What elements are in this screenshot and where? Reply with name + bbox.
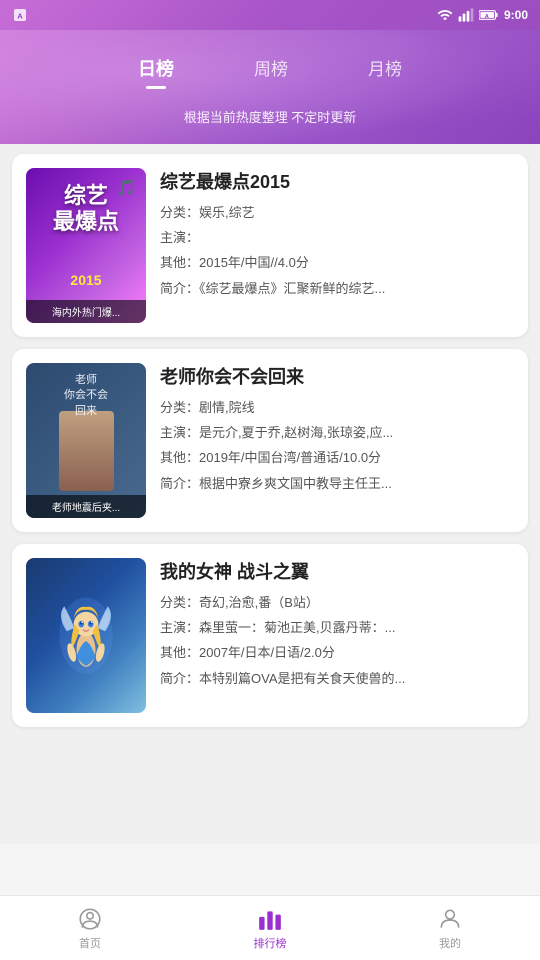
card-cast-1: 主演： [160,229,514,247]
thumbnail-1: 综艺最爆点 🎵 2015 海内外热门爆... [26,168,146,323]
svg-text:A: A [17,11,23,20]
music-note-icon: 🎵 [116,178,136,198]
list-item[interactable]: 我的女神 战斗之翼 分类：奇幻,治愈,番（B站） 主演：森里萤一：菊池正美,贝露… [12,544,528,727]
card-category-3: 分类：奇幻,治愈,番（B站） [160,594,514,612]
list-item[interactable]: 综艺最爆点 🎵 2015 海内外热门爆... 综艺最爆点2015 分类：娱乐,综… [12,154,528,337]
tabs-container: 日榜 周榜 月榜 [0,40,540,97]
card-cast-2: 主演：是元介,夏于乔,赵树海,张琼姿,应... [160,424,514,442]
card-cast-3: 主演：森里萤一：菊池正美,贝露丹蒂：... [160,619,514,637]
card-title-1: 综艺最爆点2015 [160,168,514,194]
thumb-badge-2: 老师地震后夹... [26,495,146,518]
card-intro-3: 简介：本特别篇OVA是把有关食天使兽的... [160,670,514,688]
svg-text:A: A [485,14,489,20]
subtitle: 根据当前热度整理 不定时更新 [0,97,540,144]
content-area: 综艺最爆点 🎵 2015 海内外热门爆... 综艺最爆点2015 分类：娱乐,综… [0,144,540,844]
card-intro-2: 简介：根据中寮乡爽文国中教导主任王... [160,475,514,493]
card-title-2: 老师你会不会回来 [160,363,514,389]
anime-figure-3 [51,588,121,683]
tab-weekly[interactable]: 周榜 [254,55,288,87]
card-other-3: 其他：2007年/日本/日语/2.0分 [160,644,514,662]
nav-label-home: 首页 [79,935,101,951]
app-icon: A [12,7,28,23]
battery-icon: A [479,7,499,23]
thumbnail-3 [26,558,146,713]
mine-icon [437,906,463,932]
card-info-3: 我的女神 战斗之翼 分类：奇幻,治愈,番（B站） 主演：森里萤一：菊池正美,贝露… [160,558,514,713]
card-info-2: 老师你会不会回来 分类：剧情,院线 主演：是元介,夏于乔,赵树海,张琼姿,应..… [160,363,514,518]
status-bar: A A 9:00 [0,0,540,30]
card-category-1: 分类：娱乐,综艺 [160,204,514,222]
status-bar-right: A 9:00 [437,7,528,23]
card-info-1: 综艺最爆点2015 分类：娱乐,综艺 主演： 其他：2015年/中国//4.0分… [160,168,514,323]
card-other-1: 其他：2015年/中国//4.0分 [160,254,514,272]
nav-item-mine[interactable]: 我的 [410,906,490,951]
tab-monthly[interactable]: 月榜 [368,55,402,87]
header: 日榜 周榜 月榜 根据当前热度整理 不定时更新 [0,30,540,144]
nav-label-ranking: 排行榜 [254,935,287,951]
card-title-3: 我的女神 战斗之翼 [160,558,514,584]
person-figure-2 [59,411,114,491]
ranking-icon [257,906,283,932]
thumb-title-2: 老师你会不会回来 [34,373,138,419]
tab-daily[interactable]: 日榜 [138,55,174,87]
bottom-navigation: 首页 排行榜 我的 [0,895,540,960]
thumbnail-2: 老师你会不会回来 老师地震后夹... [26,363,146,518]
nav-item-ranking[interactable]: 排行榜 [230,906,310,951]
thumb-year-1: 2015 [70,272,101,288]
nav-item-home[interactable]: 首页 [50,906,130,951]
status-bar-left: A [12,7,28,23]
thumb-badge-1: 海内外热门爆... [26,300,146,323]
list-item[interactable]: 老师你会不会回来 老师地震后夹... 老师你会不会回来 分类：剧情,院线 主演：… [12,349,528,532]
nav-label-mine: 我的 [439,935,461,951]
card-category-2: 分类：剧情,院线 [160,399,514,417]
time-display: 9:00 [504,8,528,22]
home-icon [77,906,103,932]
wifi-icon [437,7,453,23]
card-other-2: 其他：2019年/中国台湾/普通话/10.0分 [160,449,514,467]
signal-icon [458,7,474,23]
card-intro-1: 简介：《综艺最爆点》汇聚新鲜的综艺... [160,280,514,298]
